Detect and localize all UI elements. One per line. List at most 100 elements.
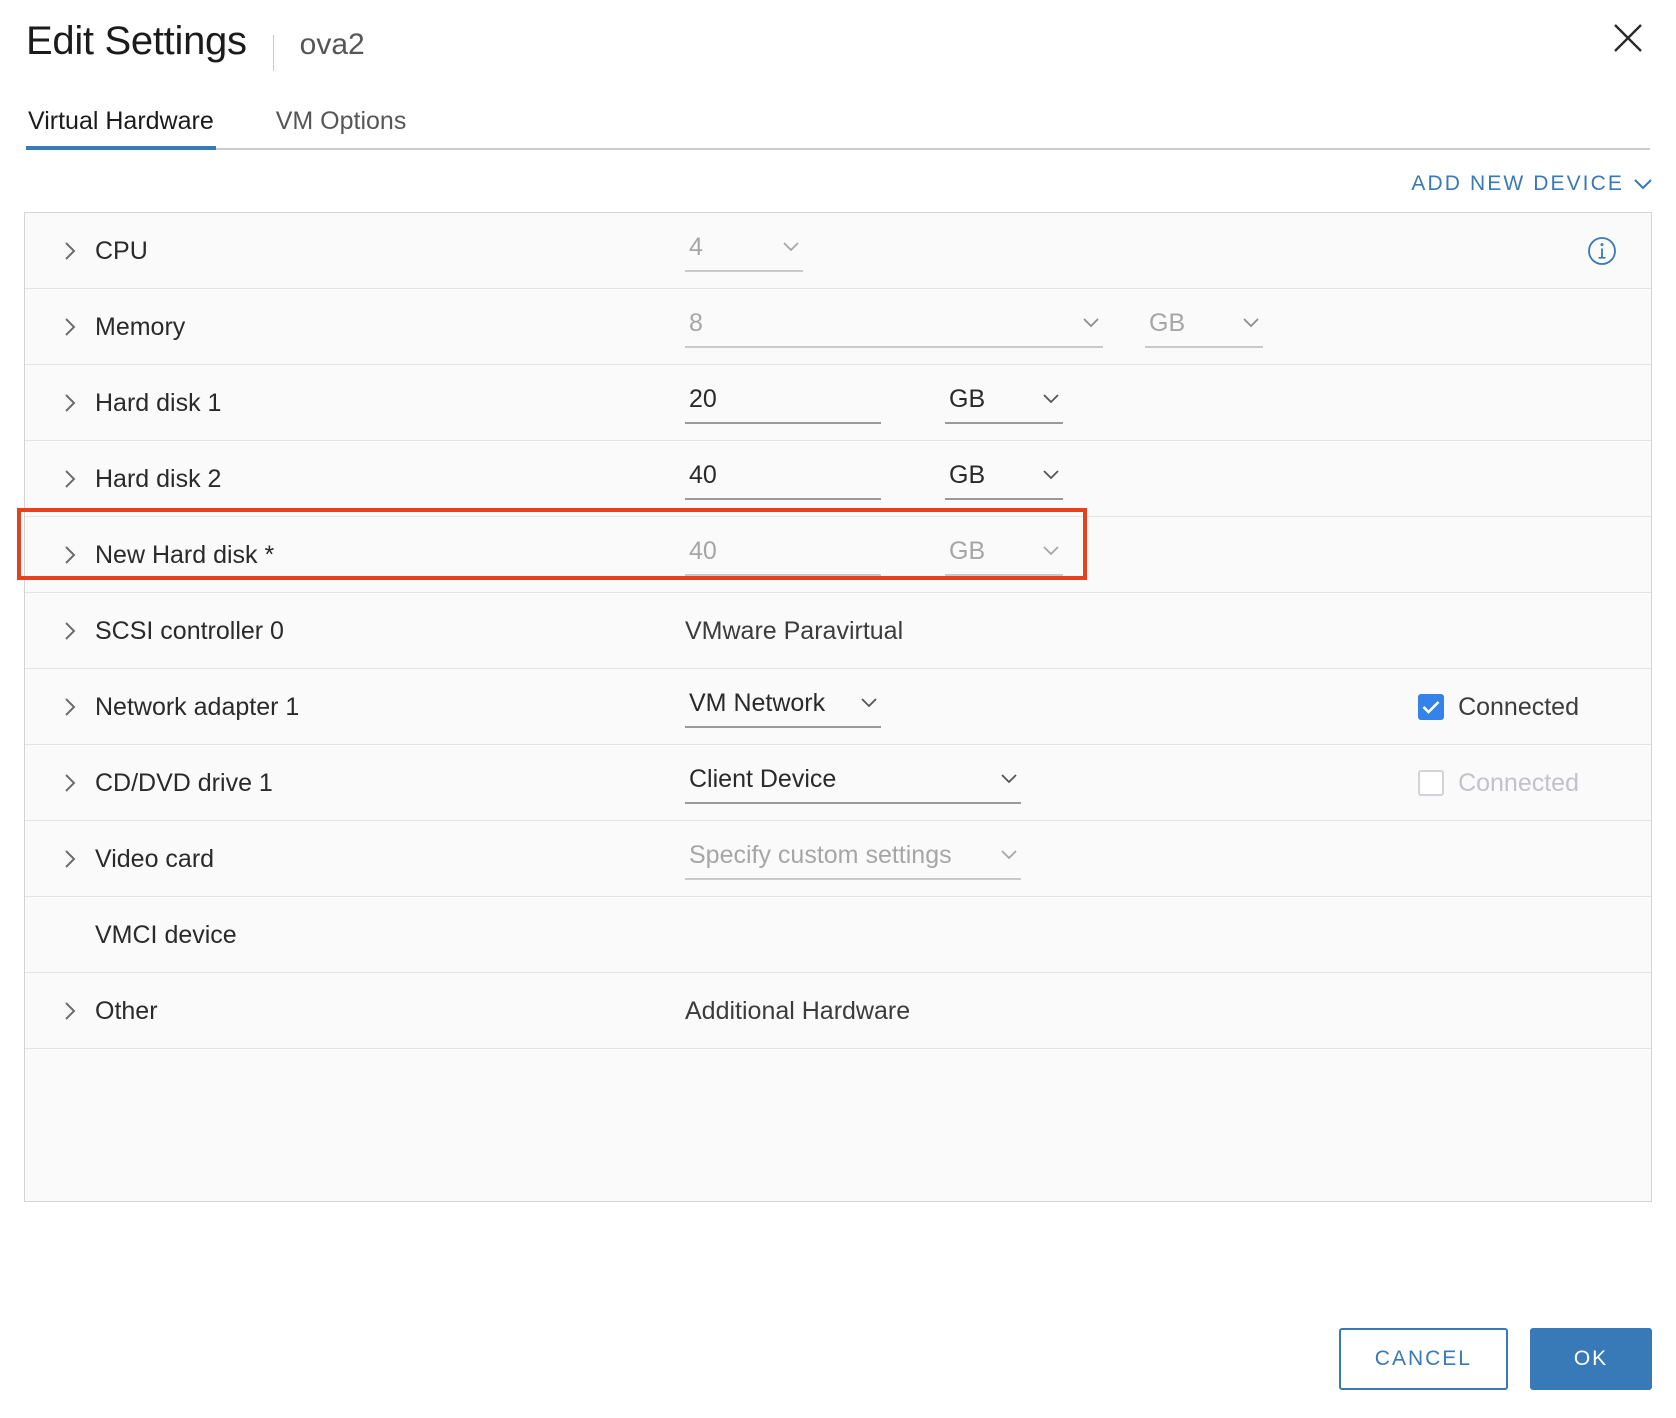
vm-name: ova2 — [299, 28, 365, 61]
hard-disk-2-size-value: 40 — [689, 460, 717, 489]
new-hard-disk-unit-select[interactable]: GB — [945, 534, 1063, 576]
expand-chevron-icon[interactable] — [59, 393, 81, 413]
add-new-device-label: ADD NEW DEVICE — [1411, 172, 1624, 195]
network-value: VM Network — [689, 688, 826, 717]
device-row-network-adapter-1: Network adapter 1 VM Network Connected — [25, 669, 1651, 745]
device-value: 4 — [685, 230, 1587, 272]
expand-chevron-icon[interactable] — [59, 241, 81, 261]
hard-disk-1-unit-select[interactable]: GB — [945, 382, 1063, 424]
cancel-button[interactable]: CANCEL — [1338, 1328, 1508, 1390]
hard-disk-1-size-value: 20 — [689, 384, 717, 413]
device-label: New Hard disk * — [95, 540, 275, 569]
cd-dvd-source-select[interactable]: Client Device — [685, 762, 1021, 804]
tab-vm-options[interactable]: VM Options — [274, 102, 409, 150]
checkbox-checked-icon — [1418, 693, 1445, 720]
device-row-vmci-device: VMCI device — [25, 897, 1651, 973]
device-row-cd-dvd-drive-1: CD/DVD drive 1 Client Device Connected — [25, 745, 1651, 821]
page-title: Edit Settings — [26, 19, 247, 63]
cd-dvd-connected-checkbox: Connected — [1418, 768, 1579, 798]
device-row-new-hard-disk: New Hard disk * 40 GB — [25, 517, 1651, 593]
expand-chevron-icon[interactable] — [59, 545, 81, 565]
tab-virtual-hardware[interactable]: Virtual Hardware — [26, 102, 216, 150]
hard-disk-1-size-input[interactable]: 20 — [685, 382, 881, 424]
device-value: Specify custom settings — [685, 838, 1651, 880]
other-value: Additional Hardware — [685, 996, 911, 1025]
video-card-settings-select[interactable]: Specify custom settings — [685, 838, 1021, 880]
chevron-down-icon — [1001, 849, 1017, 860]
device-value: 8 GB — [685, 306, 1651, 348]
title-divider — [272, 35, 274, 71]
device-label: CPU — [95, 236, 148, 265]
new-hard-disk-size-value: 40 — [689, 536, 717, 565]
expand-chevron-icon[interactable] — [59, 773, 81, 793]
expand-chevron-icon[interactable] — [59, 317, 81, 337]
network-connected-checkbox[interactable]: Connected — [1418, 692, 1579, 722]
device-value: 40 GB — [685, 458, 1651, 500]
hard-disk-2-size-input[interactable]: 40 — [685, 458, 881, 500]
scsi-controller-value: VMware Paravirtual — [685, 616, 904, 645]
network-connected-label: Connected — [1458, 692, 1579, 721]
chevron-down-icon — [1043, 469, 1059, 480]
chevron-down-icon — [1043, 545, 1059, 556]
device-label: Other — [95, 996, 158, 1025]
memory-size-input[interactable]: 8 — [685, 306, 1103, 348]
expand-chevron-icon[interactable] — [59, 469, 81, 489]
device-row-scsi-controller-0: SCSI controller 0 VMware Paravirtual — [25, 593, 1651, 669]
toolbar: ADD NEW DEVICE — [0, 150, 1676, 212]
device-value: 40 GB — [685, 534, 1651, 576]
device-row-memory: Memory 8 GB — [25, 289, 1651, 365]
device-label: VMCI device — [95, 920, 237, 949]
hard-disk-2-unit-select[interactable]: GB — [945, 458, 1063, 500]
memory-unit-select[interactable]: GB — [1145, 306, 1263, 348]
chevron-down-icon — [1243, 317, 1259, 328]
device-value: Additional Hardware — [685, 996, 1651, 1026]
device-row-video-card: Video card Specify custom settings — [25, 821, 1651, 897]
device-label: Video card — [95, 844, 215, 873]
device-label: CD/DVD drive 1 — [95, 768, 273, 797]
device-row-hard-disk-1: Hard disk 1 20 GB — [25, 365, 1651, 441]
chevron-down-icon — [1001, 773, 1017, 784]
device-value: 20 GB — [685, 382, 1651, 424]
device-label: Network adapter 1 — [95, 692, 300, 721]
dialog-header: Edit Settings ova2 — [0, 0, 1676, 84]
new-hard-disk-unit-value: GB — [949, 536, 986, 565]
dialog-footer: CANCEL OK — [1338, 1328, 1652, 1390]
ok-button[interactable]: OK — [1530, 1328, 1652, 1390]
checkbox-unchecked-icon — [1418, 769, 1445, 796]
expand-chevron-icon[interactable] — [59, 1001, 81, 1021]
device-list: CPU 4 Memory 8 GB Hard disk 1 20 GB Hard… — [24, 212, 1652, 1202]
tab-bar: Virtual Hardware VM Options — [0, 102, 1676, 150]
device-label: Memory — [95, 312, 186, 341]
device-label: SCSI controller 0 — [95, 616, 284, 645]
chevron-down-icon — [783, 241, 799, 252]
device-label: Hard disk 1 — [95, 388, 222, 417]
cd-dvd-connected-label: Connected — [1458, 768, 1579, 797]
close-icon[interactable] — [1604, 14, 1652, 62]
device-value: Client Device — [685, 762, 1418, 804]
cpu-count-value: 4 — [689, 232, 703, 261]
info-icon[interactable] — [1587, 236, 1617, 266]
chevron-down-icon — [1083, 317, 1099, 328]
expand-chevron-icon[interactable] — [59, 849, 81, 869]
device-label: Hard disk 2 — [95, 464, 222, 493]
memory-unit-value: GB — [1149, 308, 1186, 337]
memory-size-value: 8 — [689, 308, 703, 337]
cpu-count-select[interactable]: 4 — [685, 230, 803, 272]
video-card-settings-value: Specify custom settings — [689, 840, 952, 869]
device-row-cpu: CPU 4 — [25, 213, 1651, 289]
expand-chevron-icon[interactable] — [59, 621, 81, 641]
hard-disk-2-unit-value: GB — [949, 460, 986, 489]
chevron-down-icon — [1634, 172, 1652, 196]
device-value: VMware Paravirtual — [685, 616, 1651, 646]
cd-dvd-source-value: Client Device — [689, 764, 837, 793]
expand-chevron-icon[interactable] — [59, 697, 81, 717]
new-hard-disk-size-input[interactable]: 40 — [685, 534, 881, 576]
add-new-device-button[interactable]: ADD NEW DEVICE — [1411, 172, 1652, 196]
device-row-hard-disk-2: Hard disk 2 40 GB — [25, 441, 1651, 517]
device-row-other: Other Additional Hardware — [25, 973, 1651, 1049]
device-value: VM Network — [685, 686, 1418, 728]
chevron-down-icon — [861, 697, 877, 708]
chevron-down-icon — [1043, 393, 1059, 404]
network-select[interactable]: VM Network — [685, 686, 881, 728]
hard-disk-1-unit-value: GB — [949, 384, 986, 413]
